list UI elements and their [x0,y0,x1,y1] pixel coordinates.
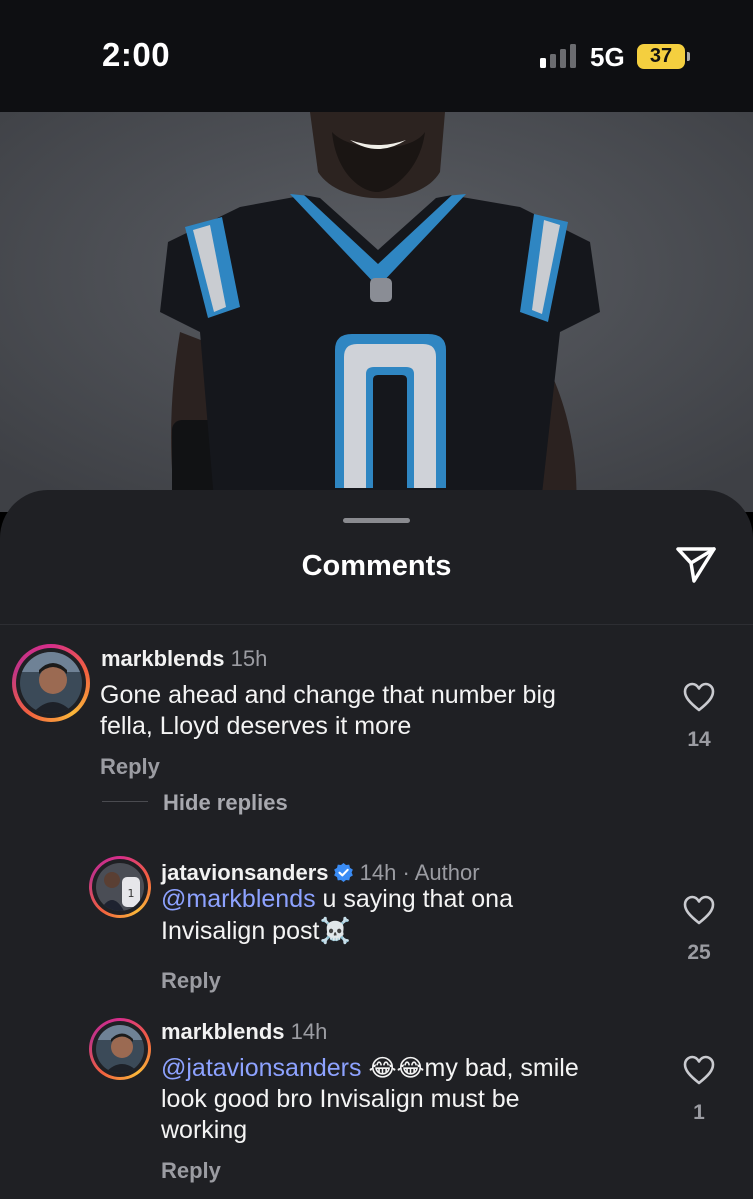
mention-link[interactable]: @jatavionsanders [161,1054,362,1082]
football-player-photo: 0 [0,112,753,512]
reply-text-line: look good bro Invisalign must be [161,1085,520,1113]
reply-button[interactable]: Reply [161,1158,221,1184]
reply-meta: markblends 14h [161,1019,327,1045]
reply-username[interactable]: markblends [161,1019,285,1044]
network-type: 5G [590,42,625,72]
reply-text-line: working [161,1116,248,1144]
status-time: 2:00 [102,36,171,73]
cellular-signal-icon [540,44,576,68]
reply-item: markblends 14h @jatavionsanders 😂😂my bad… [0,490,753,1199]
reply-text: @jatavionsanders 😂😂my bad, smile look go… [161,1053,661,1146]
battery-level: 37 [649,45,673,67]
status-bar: 2:00 5G 37 [0,0,753,112]
comments-sheet: Comments markblends 15h Gone ahead and c… [0,490,753,1199]
laughing-emoji: 😂😂 [368,1054,425,1082]
reply-time: 14h [290,1019,328,1044]
post-photo: 0 [0,112,753,512]
heart-icon[interactable] [682,1054,716,1086]
like-count: 1 [693,1101,705,1124]
battery-icon: 37 [637,44,690,69]
avatar-photo [96,1025,144,1073]
reply-text-segment: my bad, smile [424,1054,579,1082]
